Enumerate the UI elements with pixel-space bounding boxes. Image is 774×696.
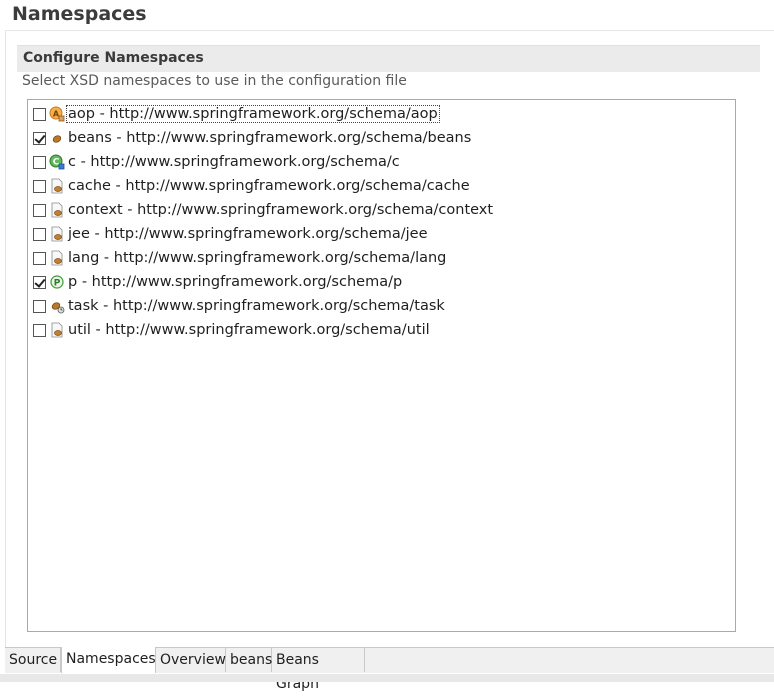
namespace-checkbox-jee[interactable] [33, 227, 46, 241]
xsd-file-icon [51, 202, 63, 218]
namespace-row-aop[interactable]: A aop - http://www.springframework.org/s… [33, 103, 440, 125]
tab-overview[interactable]: Overview [156, 648, 226, 672]
namespace-label: util - http://www.springframework.org/sc… [68, 322, 430, 338]
namespace-row-beans[interactable]: beans - http://www.springframework.org/s… [33, 127, 472, 149]
namespace-label: task - http://www.springframework.org/sc… [68, 298, 445, 314]
aop-icon: A [49, 106, 65, 122]
c-namespace-icon: C [49, 154, 65, 170]
bottom-panel-edge [0, 674, 774, 682]
namespace-row-jee[interactable]: jee - http://www.springframework.org/sch… [33, 223, 429, 245]
namespace-label: aop - http://www.springframework.org/sch… [66, 105, 440, 123]
xsd-file-icon [51, 250, 63, 266]
namespace-label: context - http://www.springframework.org… [68, 202, 494, 218]
namespace-checkbox-context[interactable] [33, 203, 46, 217]
namespace-label: p - http://www.springframework.org/schem… [68, 274, 403, 290]
namespace-checkbox-util[interactable] [33, 323, 46, 337]
header-divider [5, 30, 774, 31]
namespace-checkbox-beans[interactable] [33, 131, 46, 145]
namespace-row-context[interactable]: context - http://www.springframework.org… [33, 199, 494, 221]
namespace-checkbox-lang[interactable] [33, 251, 46, 265]
namespace-row-task[interactable]: task - http://www.springframework.org/sc… [33, 295, 446, 317]
task-icon [51, 302, 65, 314]
namespace-label: cache - http://www.springframework.org/s… [68, 178, 470, 194]
tab-beans-graph[interactable]: Beans Graph [272, 648, 365, 692]
page-title: Namespaces [12, 3, 147, 25]
namespace-checkbox-c[interactable] [33, 155, 46, 169]
namespace-checkbox-cache[interactable] [33, 179, 46, 193]
tab-namespaces[interactable]: Namespaces [61, 647, 156, 673]
xsd-file-icon [51, 226, 63, 242]
namespace-checkbox-aop[interactable] [33, 107, 46, 121]
namespace-label: jee - http://www.springframework.org/sch… [68, 226, 428, 242]
namespace-label: beans - http://www.springframework.org/s… [68, 130, 472, 146]
xsd-file-icon [51, 322, 63, 338]
namespace-row-c[interactable]: C c - http://www.springframework.org/sch… [33, 151, 401, 173]
editor-tab-bar: Source Namespaces Overview beans Beans G… [5, 647, 774, 692]
namespace-row-cache[interactable]: cache - http://www.springframework.org/s… [33, 175, 471, 197]
section-header[interactable]: Configure Namespaces [17, 45, 760, 72]
left-divider [5, 30, 6, 648]
namespace-row-lang[interactable]: lang - http://www.springframework.org/sc… [33, 247, 447, 269]
namespace-label: c - http://www.springframework.org/schem… [68, 154, 400, 170]
xsd-file-icon [51, 178, 63, 194]
namespace-list[interactable]: A aop - http://www.springframework.org/s… [27, 99, 736, 632]
namespace-checkbox-p[interactable] [33, 275, 46, 289]
svg-text:P: P [54, 278, 61, 288]
namespaces-editor: Namespaces Configure Namespaces Select X… [0, 0, 774, 692]
namespace-row-p[interactable]: P p - http://www.springframework.org/sch… [33, 271, 403, 293]
namespace-checkbox-task[interactable] [33, 299, 46, 313]
tab-beans[interactable]: beans [226, 648, 272, 672]
namespace-label: lang - http://www.springframework.org/sc… [68, 250, 447, 266]
tab-source[interactable]: Source [5, 648, 61, 672]
section-description: Select XSD namespaces to use in the conf… [22, 73, 407, 89]
namespace-row-util[interactable]: util - http://www.springframework.org/sc… [33, 319, 431, 341]
p-namespace-icon: P [50, 275, 64, 289]
bean-icon [52, 135, 62, 143]
section-title: Configure Namespaces [23, 50, 204, 66]
